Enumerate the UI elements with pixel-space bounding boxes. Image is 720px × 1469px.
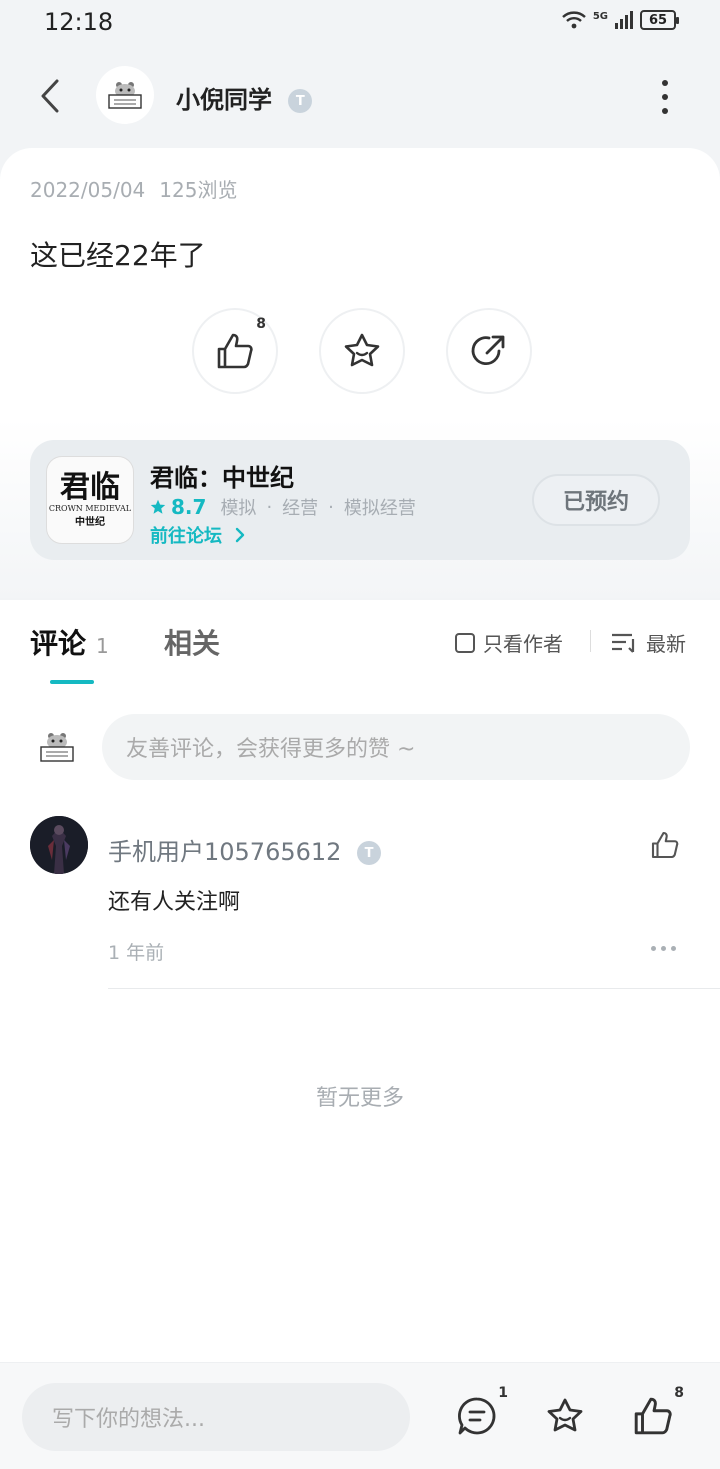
commenter-name: 手机用户105765612 <box>108 838 342 866</box>
game-card[interactable]: 君临 CROWN MEDIEVAL 中世纪 君临：中世纪 8.7 模拟 · 经营… <box>30 440 690 560</box>
game-logo-cn: 中世纪 <box>75 517 105 528</box>
star-icon <box>547 1398 583 1432</box>
forum-link[interactable]: 前往论坛 <box>150 522 246 548</box>
filter-divider <box>590 630 591 652</box>
bottom-like-button[interactable]: 8 <box>628 1385 684 1441</box>
bottom-comment-count: 1 <box>498 1385 508 1401</box>
comment-item: 手机用户105765612 T 还有人关注啊 1 年前 <box>0 814 720 990</box>
author-only-filter[interactable]: 只看作者 <box>455 628 563 657</box>
star-icon <box>344 333 380 367</box>
status-icons: 5G 65 <box>561 10 679 30</box>
tag-separator: · <box>266 496 273 518</box>
post-actions: 8 <box>192 308 532 394</box>
tab-comments[interactable]: 评论 1 <box>30 622 109 662</box>
back-button[interactable] <box>30 76 70 116</box>
more-dot-icon <box>671 946 676 951</box>
post-text: 这已经22年了 <box>30 239 206 272</box>
status-bar: 12:18 5G 65 <box>0 0 720 46</box>
comment-separator <box>108 988 720 989</box>
thumbs-up-icon <box>651 831 679 859</box>
tag-separator: · <box>328 496 334 518</box>
comment-bubble-icon <box>458 1397 496 1435</box>
thumbs-up-icon <box>217 333 253 369</box>
game-tag: 模拟经营 <box>343 498 416 519</box>
commenter-name-row[interactable]: 手机用户105765612 T <box>108 832 382 867</box>
top-area: 12:18 5G 65 小倪同学 T 2022/05/04 125浏览 这已经2… <box>0 0 720 600</box>
game-tags: 8.7 模拟 · 经营 · 模拟经营 <box>150 494 416 520</box>
author-name-row[interactable]: 小倪同学 T <box>176 80 313 115</box>
battery-icon: 65 <box>640 10 679 30</box>
game-logo-text: 君临 <box>60 470 120 505</box>
more-dot-icon <box>662 108 668 114</box>
reserved-button[interactable]: 已预约 <box>532 474 660 526</box>
comment-time: 1 年前 <box>108 942 165 964</box>
share-icon <box>471 335 505 366</box>
no-more-label: 暂无更多 <box>315 1086 404 1111</box>
comment-text: 还有人关注啊 <box>108 890 241 915</box>
author-name: 小倪同学 <box>176 86 272 114</box>
commenter-avatar[interactable] <box>30 816 88 874</box>
commenter-level-badge-icon: T <box>357 841 382 865</box>
status-time: 12:18 <box>44 8 114 36</box>
battery-level: 65 <box>648 12 668 28</box>
more-dot-icon <box>662 80 668 86</box>
tab-comments-count: 1 <box>96 634 109 658</box>
sort-icon <box>612 633 635 653</box>
more-dot-icon <box>662 94 668 100</box>
sort-label: 最新 <box>646 632 686 656</box>
comment-more-button[interactable] <box>651 946 676 951</box>
game-name[interactable]: 君临：中世纪 <box>150 458 294 493</box>
post-date: 2022/05/04 <box>30 178 146 202</box>
bottom-bar: 写下你的想法... 1 8 <box>0 1362 720 1469</box>
bottom-like-count: 8 <box>674 1385 684 1401</box>
bottom-favorite-button[interactable] <box>540 1391 590 1441</box>
post-views: 125浏览 <box>159 178 238 202</box>
network-label: 5G <box>592 10 608 22</box>
wifi-icon <box>562 11 586 29</box>
post-meta: 2022/05/04 125浏览 <box>30 174 237 203</box>
sort-button[interactable]: 最新 <box>610 628 686 657</box>
commenter-avatar-image <box>30 816 88 874</box>
signal-icon <box>615 11 633 29</box>
comment-like-button[interactable] <box>650 830 680 864</box>
game-tag: 模拟 <box>220 498 257 519</box>
favorite-button[interactable] <box>319 308 405 394</box>
bottom-comment-button[interactable]: 1 <box>452 1385 508 1441</box>
header: 小倪同学 T <box>0 60 720 132</box>
active-tab-indicator <box>50 680 94 684</box>
forum-link-label: 前往论坛 <box>150 526 222 547</box>
bottom-comment-input[interactable]: 写下你的想法... <box>22 1383 410 1451</box>
chevron-right-icon <box>236 527 245 543</box>
level-badge-icon: T <box>288 89 313 113</box>
tab-related[interactable]: 相关 <box>164 622 220 662</box>
game-tag: 经营 <box>282 498 319 519</box>
comment-input-row: 友善评论，会获得更多的赞 ~ <box>0 714 720 780</box>
more-dot-icon <box>661 946 666 951</box>
like-count: 8 <box>256 316 266 332</box>
author-only-label: 只看作者 <box>483 632 563 656</box>
like-button[interactable]: 8 <box>192 308 278 394</box>
game-rating-value: 8.7 <box>171 495 207 519</box>
more-options-button[interactable] <box>650 80 680 114</box>
author-avatar-icon <box>108 82 142 109</box>
game-logo[interactable]: 君临 CROWN MEDIEVAL 中世纪 <box>46 456 134 544</box>
game-logo-sub: CROWN MEDIEVAL <box>48 504 132 513</box>
tab-comments-label: 评论 <box>30 627 87 660</box>
thumbs-up-icon <box>634 1397 672 1435</box>
back-arrow-icon <box>41 79 59 113</box>
rating-star-icon <box>150 499 166 514</box>
my-avatar-icon <box>40 733 74 762</box>
game-rating: 8.7 <box>150 495 206 519</box>
author-only-checkbox[interactable] <box>455 632 475 653</box>
comment-input[interactable]: 友善评论，会获得更多的赞 ~ <box>102 714 690 780</box>
comment-tabs: 评论 1 相关 只看作者 最新 <box>0 600 720 690</box>
author-avatar[interactable] <box>96 66 154 124</box>
share-button[interactable] <box>446 308 532 394</box>
post-card: 2022/05/04 125浏览 这已经22年了 8 君临 CROWN MEDI… <box>0 148 720 598</box>
more-dot-icon <box>651 946 656 951</box>
